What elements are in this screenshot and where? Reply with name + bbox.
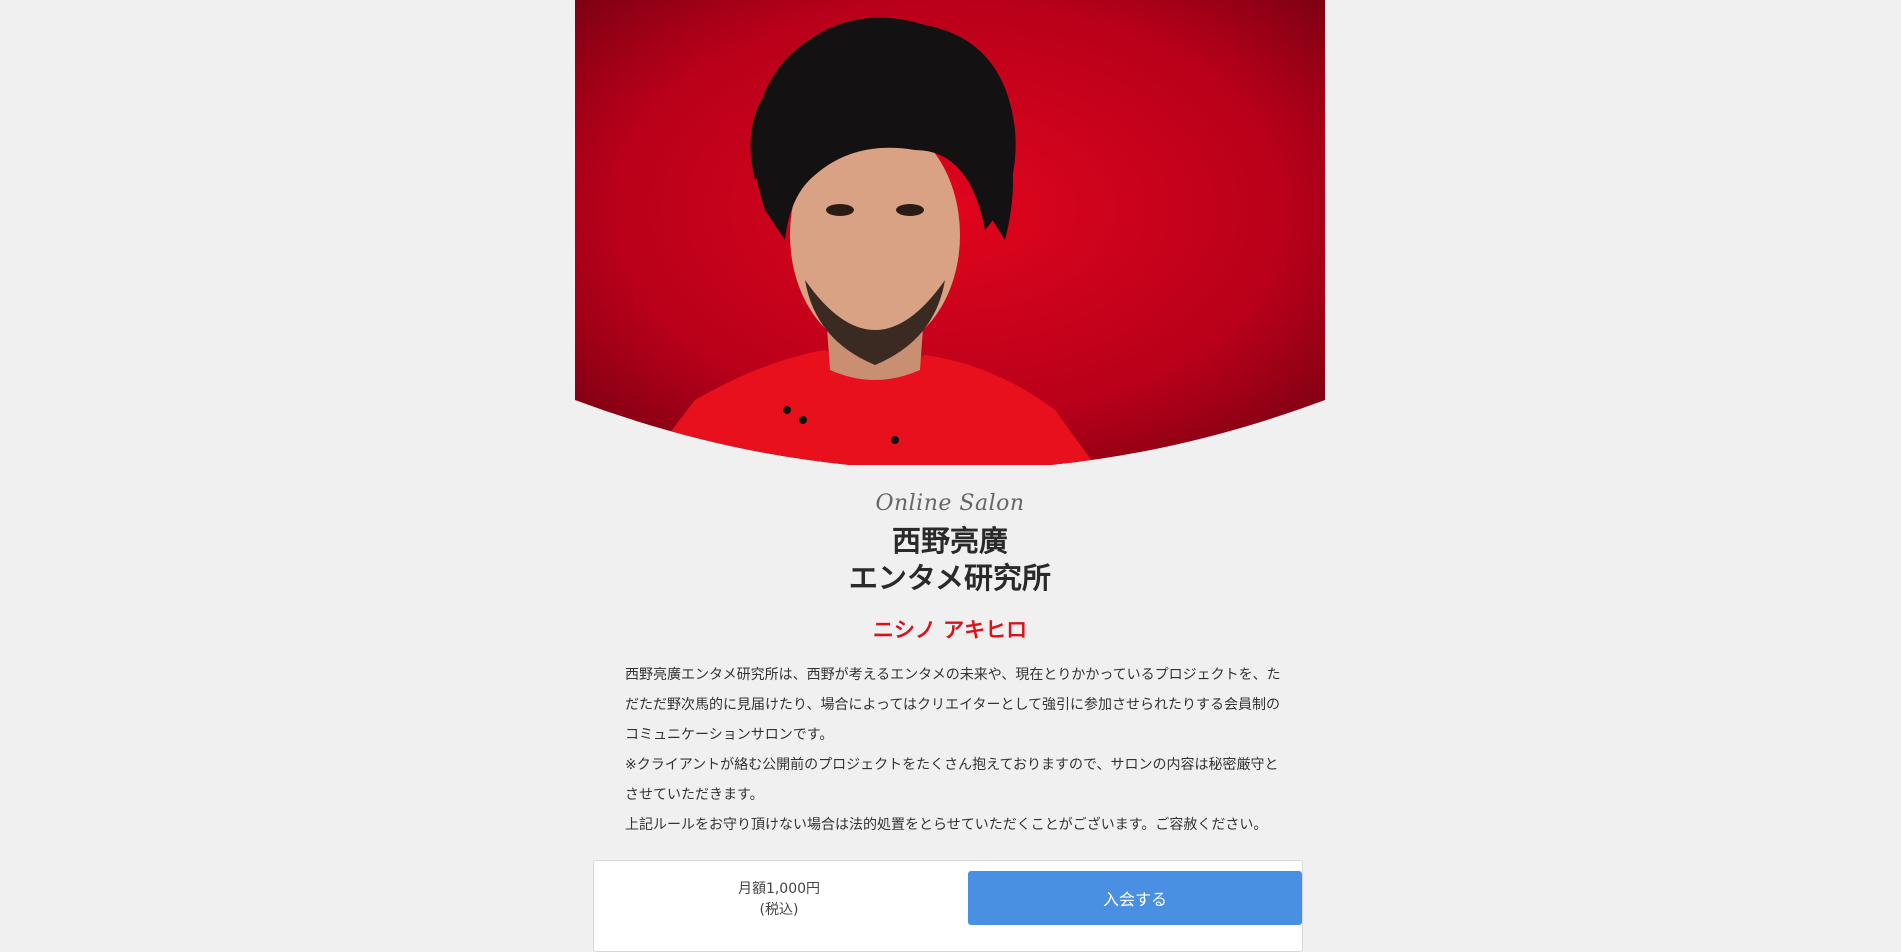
salon-title: 西野亮廣 エンタメ研究所 — [575, 523, 1325, 597]
join-bar: 月額1,000円 (税込) 入会する — [593, 860, 1303, 952]
salon-subtitle: Online Salon — [875, 491, 1025, 516]
tax-note: (税込) — [759, 902, 799, 918]
description-paragraph: 西野亮廣エンタメ研究所は、西野が考えるエンタメの未来や、現在とりかかっているプロ… — [625, 667, 1281, 743]
price-text: 月額1,000円 — [737, 881, 821, 897]
join-button[interactable]: 入会する — [968, 871, 1302, 925]
description-paragraph: ※クライアントが絡む公開前のプロジェクトをたくさん抱えておりますので、サロンの内… — [625, 757, 1279, 803]
salon-description: 西野亮廣エンタメ研究所は、西野が考えるエンタメの未来や、現在とりかかっているプロ… — [625, 660, 1285, 840]
salon-owner-name: ニシノ アキヒロ — [872, 618, 1028, 642]
salon-page: Online Salon 西野亮廣 エンタメ研究所 ニシノ アキヒロ 西野亮廣エ… — [575, 0, 1325, 952]
description-paragraph: 上記ルールをお守り頂けない場合は法的処置をとらせていただくことがございます。ご容… — [625, 817, 1268, 833]
hero-image — [575, 0, 1325, 465]
hero-portrait-image — [575, 0, 1325, 465]
price-info: 月額1,000円 (税込) — [594, 879, 964, 921]
salon-title-line1: 西野亮廣 — [891, 524, 1008, 558]
salon-title-line2: エンタメ研究所 — [848, 561, 1052, 595]
